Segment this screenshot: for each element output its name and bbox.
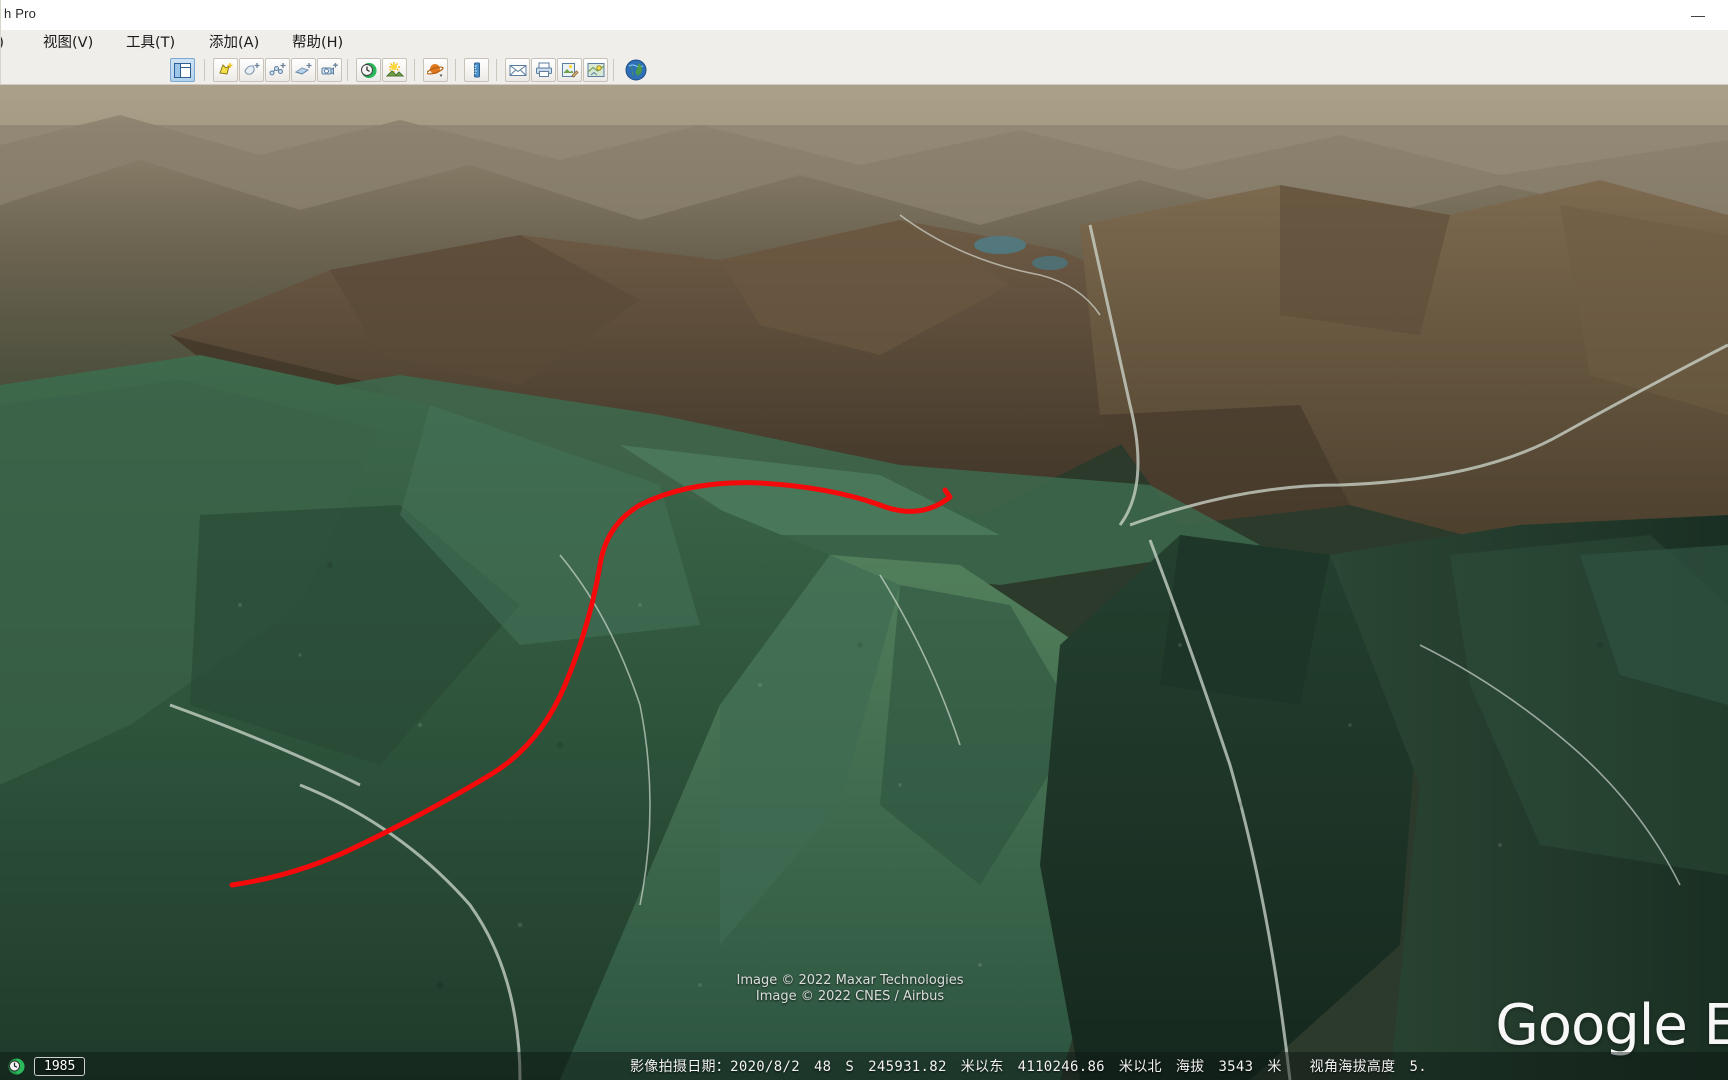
map-icon	[587, 63, 604, 77]
title-bar: h Pro —	[0, 0, 1728, 31]
earth-3d-view[interactable]: Image © 2022 Maxar Technologies Image © …	[0, 85, 1728, 1080]
google-earth-logo: Google E	[1495, 993, 1728, 1058]
add-placemark-button[interactable]	[213, 58, 238, 82]
utm-band-value: S	[845, 1059, 855, 1075]
menu-tools[interactable]: 工具(T)	[117, 33, 184, 55]
minimize-button[interactable]: —	[1676, 0, 1720, 30]
planet-icon	[426, 64, 444, 77]
imagery-date-label: 影像拍摄日期：	[630, 1059, 731, 1075]
earth-globe-icon	[625, 59, 647, 81]
imagery-attribution: Image © 2022 Maxar Technologies Image © …	[640, 973, 1060, 1005]
show-earth-button[interactable]	[622, 58, 650, 82]
sunlight-button[interactable]	[382, 58, 407, 82]
window-title: h Pro	[4, 6, 37, 21]
minimize-icon: —	[1691, 7, 1705, 23]
sun-landscape-icon	[385, 62, 404, 77]
window-controls: —	[1676, 0, 1720, 30]
add-path-button[interactable]	[265, 58, 290, 82]
toolbar-separator	[414, 59, 415, 81]
toolbar-separator	[204, 59, 205, 81]
northing-label: 米以北	[1118, 1059, 1162, 1075]
print-button[interactable]	[531, 58, 556, 82]
save-image-button[interactable]	[557, 58, 582, 82]
main-toolbar	[0, 56, 1728, 85]
elevation-value: 3543	[1218, 1059, 1254, 1075]
toolbar-separator	[347, 59, 348, 81]
toolbar-separator	[613, 59, 614, 81]
elevation-label: 海拔	[1175, 1059, 1205, 1075]
historical-imagery-button[interactable]	[356, 58, 381, 82]
status-bar-coordinates: 影像拍摄日期：2020/8/2 48 S 245931.82 米以东 4110246.86…	[630, 1056, 1427, 1076]
google-earth-pro-window: h Pro — 辑(E) 视图(V) 工具(T) 添加(A) 帮助(H)	[0, 0, 1728, 1080]
ruler-icon	[473, 62, 480, 78]
menu-help[interactable]: 帮助(H)	[283, 33, 352, 55]
save-image-icon	[561, 63, 579, 78]
add-image-overlay-button[interactable]	[291, 58, 316, 82]
envelope-icon	[509, 65, 526, 76]
application-window: h Pro — 辑(E) 视图(V) 工具(T) 添加(A) 帮助(H)	[0, 0, 1728, 1080]
easting-value: 245931.82	[868, 1059, 947, 1075]
menu-add[interactable]: 添加(A)	[200, 33, 268, 55]
ruler-button[interactable]	[464, 58, 489, 82]
historical-imagery-status-icon[interactable]	[8, 1058, 25, 1075]
toolbar-separator	[455, 59, 456, 81]
toggle-sidebar-button[interactable]	[170, 58, 195, 82]
toolbar-separator	[496, 59, 497, 81]
northing-value: 4110246.86	[1017, 1059, 1105, 1075]
easting-label: 米以东	[960, 1059, 1004, 1075]
planets-button[interactable]	[423, 58, 448, 82]
path-icon	[269, 63, 285, 76]
imagery-date-value: 2020/8/2	[730, 1059, 800, 1075]
elevation-unit: 米	[1267, 1059, 1282, 1075]
polygon-icon	[243, 63, 259, 75]
eye-altitude-label: 视角海拔高度	[1309, 1059, 1396, 1075]
attribution-line-1: Image © 2022 Maxar Technologies	[736, 973, 964, 988]
menu-edit[interactable]: 辑(E)	[0, 33, 13, 55]
image-overlay-icon	[294, 63, 311, 75]
utm-zone-value: 48	[813, 1059, 832, 1075]
attribution-line-2: Image © 2022 CNES / Airbus	[755, 989, 945, 1004]
view-in-maps-button[interactable]	[583, 58, 608, 82]
menu-view[interactable]: 视图(V)	[34, 33, 102, 55]
terrain-imagery	[0, 85, 1728, 1080]
add-polygon-button[interactable]	[239, 58, 264, 82]
historical-year-badge[interactable]: 1985	[34, 1056, 86, 1076]
email-button[interactable]	[505, 58, 530, 82]
status-bar: 1985 影像拍摄日期：2020/8/2 48 S 245931.82 米以东 41102…	[0, 1052, 1728, 1080]
eye-altitude-value: 5.	[1409, 1059, 1427, 1075]
record-tour-icon	[321, 63, 338, 75]
sidebar-icon	[174, 62, 191, 78]
menu-bar: 辑(E) 视图(V) 工具(T) 添加(A) 帮助(H)	[0, 30, 1728, 56]
printer-icon	[535, 62, 552, 77]
record-tour-button[interactable]	[317, 58, 342, 82]
placemark-pin-icon	[218, 63, 232, 75]
clock-globe-icon	[360, 62, 376, 78]
status-bar-left: 1985	[8, 1056, 86, 1076]
